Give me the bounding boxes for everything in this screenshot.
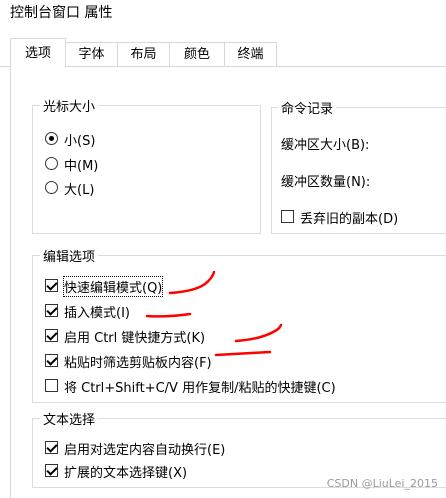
annotation-stroke-ctrl-shortcuts	[234, 323, 283, 343]
annotation-stroke-paste-filter	[214, 350, 272, 357]
tab-options[interactable]: 选项	[10, 38, 66, 67]
annotation-stroke-insert-mode	[145, 312, 192, 318]
annotation-overlay	[145, 270, 283, 357]
annotation-stroke-quick-edit	[168, 270, 216, 295]
watermark: CSDN @LiuLei_2015	[326, 477, 438, 490]
